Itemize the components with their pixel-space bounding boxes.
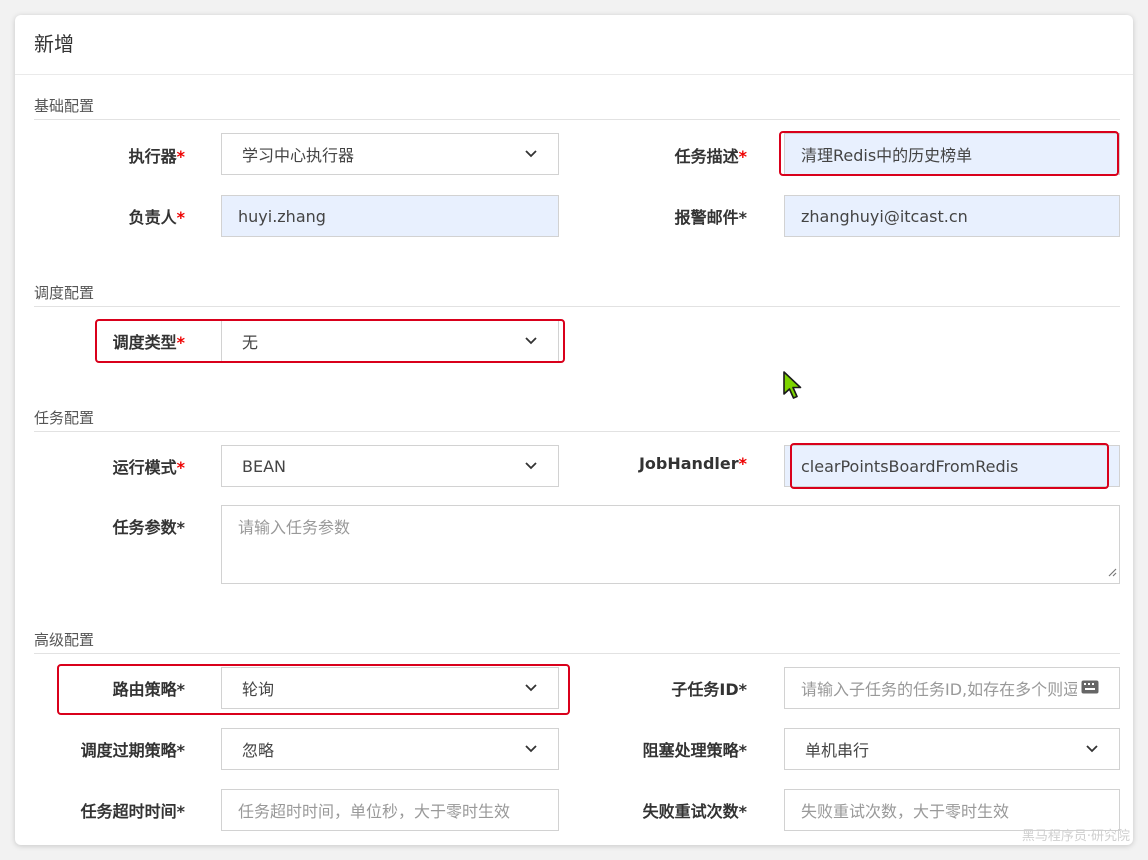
job-handler-input[interactable]: clearPointsBoardFromRedis [784, 445, 1120, 487]
author-label: 负责人* [128, 208, 185, 227]
executor-label: 执行器* [128, 147, 185, 166]
chevron-down-icon [524, 459, 538, 473]
mouse-cursor-icon [782, 370, 804, 406]
keyboard-icon [1081, 679, 1099, 698]
route-strategy-label: 路由策略* [112, 680, 185, 699]
misfire-strategy-select[interactable]: 忽略 [221, 728, 559, 770]
child-job-id-label: 子任务ID* [671, 680, 747, 699]
chevron-down-icon [1085, 742, 1099, 756]
resize-handle-icon[interactable] [1107, 562, 1117, 581]
section-advanced: 高级配置 [34, 629, 1120, 654]
job-desc-label: 任务描述* [674, 147, 747, 166]
watermark: 黑马程序员·研究院 [1021, 829, 1130, 844]
schedule-type-select[interactable]: 无 [221, 320, 559, 362]
chevron-down-icon [524, 334, 538, 348]
timeout-label: 任务超时时间* [80, 802, 185, 821]
block-strategy-label: 阻塞处理策略* [642, 741, 747, 760]
job-param-textarea[interactable]: 请输入任务参数 [221, 505, 1120, 584]
chevron-down-icon [524, 147, 538, 161]
chevron-down-icon [524, 742, 538, 756]
block-strategy-select[interactable]: 单机串行 [784, 728, 1120, 770]
child-job-id-input[interactable]: 请输入子任务的任务ID,如存在多个则逗 [784, 667, 1120, 709]
fail-retry-label: 失败重试次数* [642, 802, 747, 821]
route-strategy-select[interactable]: 轮询 [221, 667, 559, 709]
section-basic: 基础配置 [34, 95, 1120, 120]
timeout-input[interactable]: 任务超时时间，单位秒，大于零时生效 [221, 789, 559, 831]
job-param-label: 任务参数* [112, 518, 185, 537]
job-handler-label: JobHandler* [638, 454, 747, 473]
executor-select[interactable]: 学习中心执行器 [221, 133, 559, 175]
dialog-title: 新增 [34, 32, 74, 56]
alarm-email-label: 报警邮件* [674, 208, 747, 227]
dialog-header: 新增 [15, 15, 1133, 75]
section-schedule: 调度配置 [34, 282, 1120, 307]
job-desc-input[interactable]: 清理Redis中的历史榜单 [784, 133, 1120, 175]
add-job-dialog: 新增 基础配置 执行器* 学习中心执行器 任务描述* 清理Redis中的历史榜单… [15, 15, 1133, 845]
glue-type-select[interactable]: BEAN [221, 445, 559, 487]
schedule-type-label: 调度类型* [112, 333, 185, 352]
chevron-down-icon [524, 681, 538, 695]
alarm-email-input[interactable]: zhanghuyi@itcast.cn [784, 195, 1120, 237]
author-input[interactable]: huyi.zhang [221, 195, 559, 237]
misfire-strategy-label: 调度过期策略* [80, 741, 185, 760]
section-task: 任务配置 [34, 407, 1120, 432]
glue-type-label: 运行模式* [112, 458, 185, 477]
